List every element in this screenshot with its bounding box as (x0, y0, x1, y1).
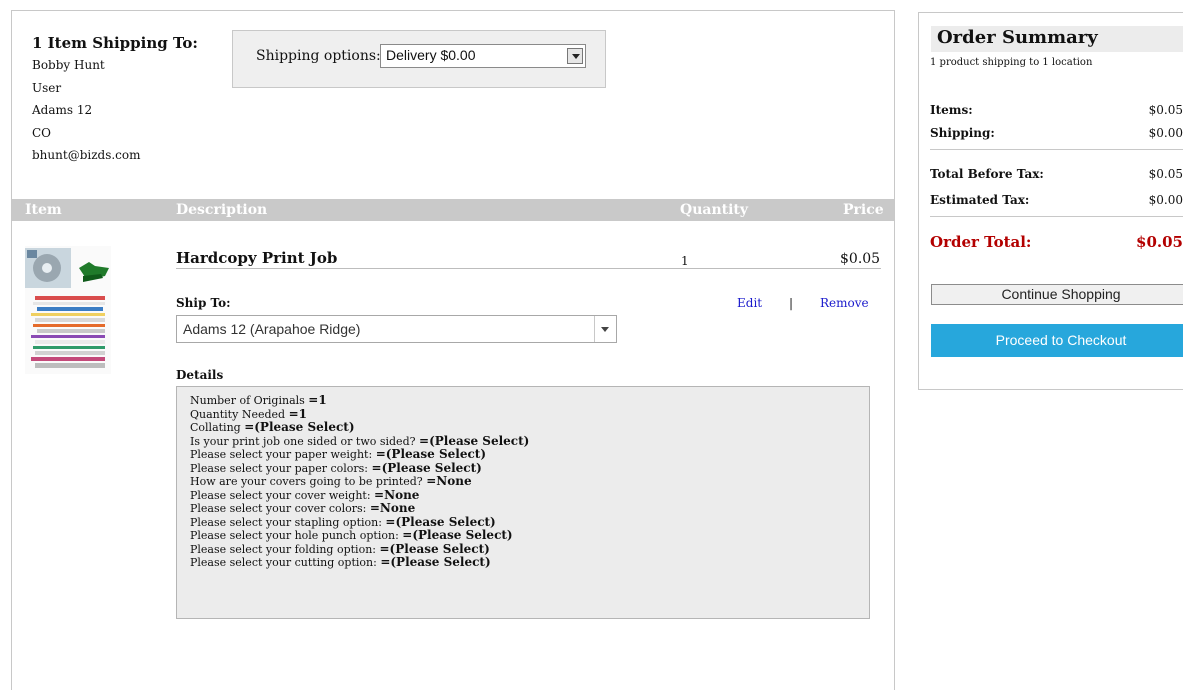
column-header-quantity: Quantity (680, 202, 749, 218)
item-name: Hardcopy Print Job (176, 249, 338, 267)
estimated-tax-label: Estimated Tax: (930, 193, 1030, 207)
order-summary-subtitle: 1 product shipping to 1 location (930, 57, 1093, 68)
address-name: Bobby Hunt (32, 58, 105, 72)
detail-row: Please select your stapling option: =(Pl… (190, 514, 496, 529)
chevron-down-icon[interactable] (567, 48, 583, 64)
detail-row: Please select your hole punch option: =(… (190, 528, 513, 542)
proceed-to-checkout-button[interactable]: Proceed to Checkout (931, 324, 1183, 357)
chevron-down-icon[interactable] (601, 327, 609, 332)
detail-row: Is your print job one sided or two sided… (190, 433, 530, 448)
order-total-value: $0.05 (1136, 233, 1183, 251)
address-location: Adams 12 (32, 103, 93, 117)
address-role: User (32, 81, 62, 95)
items-value: $0.05 (1148, 103, 1183, 117)
address-state: CO (32, 126, 52, 140)
shipping-options-value: Delivery $0.00 (386, 47, 476, 63)
detail-row: Number of Originals =1 (190, 393, 327, 407)
summary-divider (930, 216, 1183, 217)
items-label: Items: (930, 103, 973, 117)
detail-row: Please select your paper weight: =(Pleas… (190, 447, 487, 461)
detail-row: How are your covers going to be printed?… (190, 474, 472, 488)
detail-row: Collating =(Please Select) (190, 420, 355, 434)
shipping-value: $0.00 (1148, 126, 1183, 140)
details-label: Details (176, 368, 224, 382)
item-price: $0.05 (840, 251, 881, 267)
detail-row: Please select your folding option: =(Ple… (190, 541, 490, 556)
ship-to-label: Ship To: (176, 296, 231, 310)
select-divider (594, 316, 595, 342)
shipping-options-label: Shipping options: (256, 48, 381, 64)
address-email: bhunt@bizds.com (32, 148, 141, 162)
detail-row: Please select your cutting option: =(Ple… (190, 555, 491, 569)
column-header-price: Price (843, 202, 884, 218)
estimated-tax-value: $0.00 (1148, 193, 1183, 207)
link-separator: | (789, 296, 794, 310)
continue-shopping-button[interactable]: Continue Shopping (931, 284, 1183, 305)
edit-link[interactable]: Edit (737, 296, 762, 310)
total-before-tax-value: $0.05 (1148, 167, 1183, 181)
detail-row: Please select your cover weight: =None (190, 487, 420, 502)
detail-row: Please select your paper colors: =(Pleas… (190, 460, 482, 475)
item-divider (176, 268, 881, 269)
remove-link[interactable]: Remove (820, 296, 869, 310)
shipping-label: Shipping: (930, 126, 995, 140)
detail-row: Please select your cover colors: =None (190, 501, 416, 515)
total-before-tax-label: Total Before Tax: (930, 167, 1044, 181)
order-summary-title: Order Summary (937, 27, 1098, 48)
column-header-description: Description (176, 202, 268, 218)
cart-table-header (12, 199, 894, 221)
column-header-item: Item (25, 202, 62, 218)
shipping-to-heading: 1 Item Shipping To: (32, 34, 198, 52)
detail-row: Quantity Needed =1 (190, 406, 307, 421)
item-quantity: 1 (681, 254, 689, 268)
product-thumbnail (25, 246, 111, 374)
details-list: Number of Originals =1 Quantity Needed =… (190, 393, 530, 570)
order-total-label: Order Total: (930, 233, 1032, 251)
summary-divider (930, 149, 1183, 150)
ship-to-value: Adams 12 (Arapahoe Ridge) (183, 321, 361, 337)
